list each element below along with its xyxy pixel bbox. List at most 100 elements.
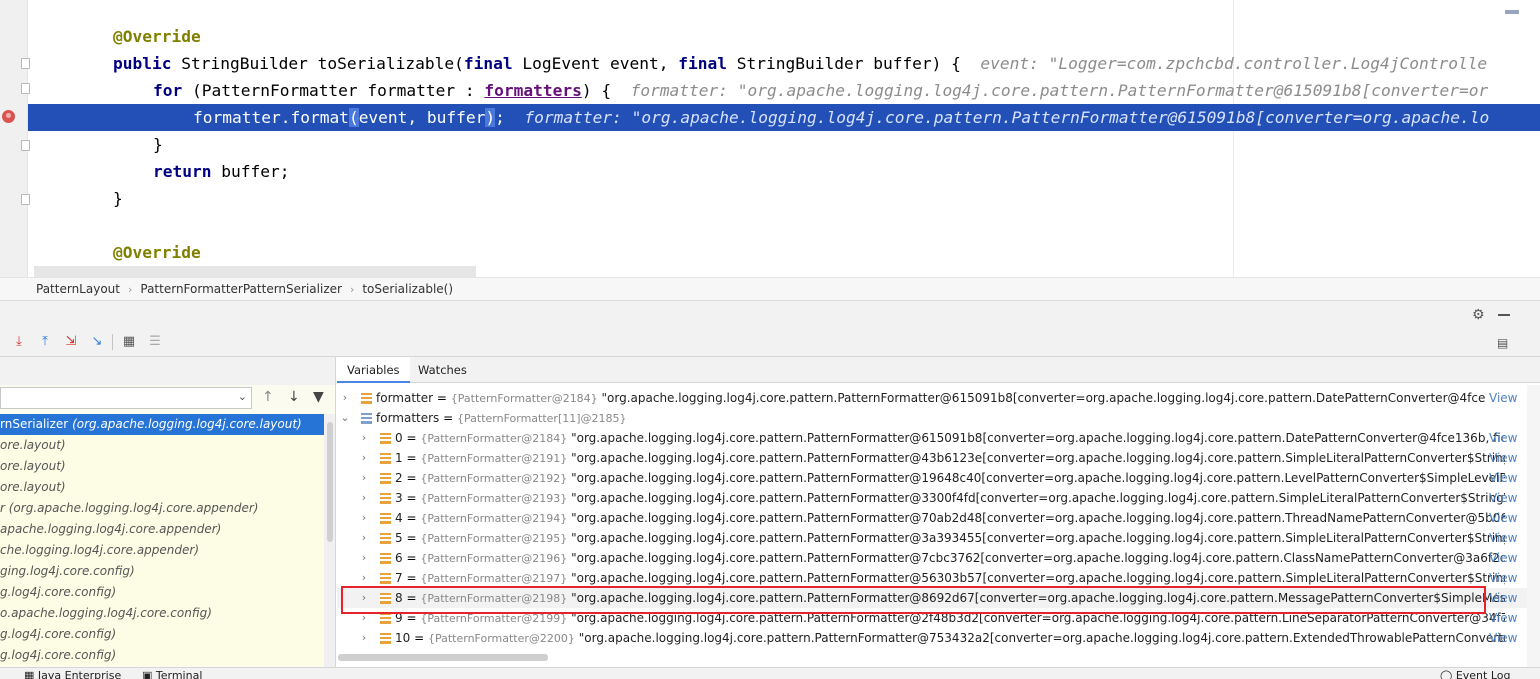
run-to-cursor-icon[interactable]: ↘ — [88, 333, 106, 351]
array-element-row[interactable]: › 5 = {PatternFormatter@2195} "org.apache… — [337, 528, 1540, 548]
chevron-right-icon[interactable]: › — [358, 468, 370, 488]
stack-frame[interactable]: g.log4j.core.config) — [0, 624, 324, 645]
chevron-right-icon[interactable]: › — [358, 508, 370, 528]
code-token: LogEvent event, — [512, 54, 679, 73]
trace-icon[interactable]: ☰ — [146, 333, 164, 351]
annotation-token: @Override — [113, 243, 201, 262]
variable-type: {PatternFormatter@2191} — [420, 452, 568, 465]
variable-value: "org.apache.logging.log4j.core.pattern.P… — [578, 631, 1505, 645]
event-log-tool[interactable]: ◯ Event Log — [1440, 669, 1510, 679]
scrollbar-thumb[interactable] — [327, 422, 333, 542]
stack-frame[interactable]: g.log4j.core.config) — [0, 582, 324, 603]
array-element-row[interactable]: › 2 = {PatternFormatter@2192} "org.apache… — [337, 468, 1540, 488]
view-link[interactable]: View — [1489, 628, 1517, 648]
array-element-row[interactable]: › 3 = {PatternFormatter@2193} "org.apache… — [337, 488, 1540, 508]
view-link[interactable]: View — [1489, 428, 1517, 448]
variable-row[interactable]: ⌄ formatters = {PatternFormatter[11]@218… — [337, 408, 1540, 428]
code-line-5[interactable]: } — [28, 131, 1540, 158]
editor-gutter[interactable] — [0, 0, 30, 277]
scrollbar-marker[interactable] — [1505, 10, 1519, 14]
code-line-2[interactable]: public StringBuilder toSerializable(fina… — [28, 50, 1540, 77]
debug-toolbar: ⤓ ⤒ ⇲ ↘ ▦ ☰ — [0, 327, 1540, 357]
variable-value: "org.apache.logging.log4j.core.pattern.P… — [571, 491, 1505, 505]
thread-selector[interactable]: ⌄ — [0, 387, 252, 409]
chevron-right-icon[interactable]: › — [339, 388, 351, 408]
stack-frame[interactable]: che.logging.log4j.core.appender) — [0, 540, 324, 561]
code-token: (PatternFormatter formatter : — [182, 81, 485, 100]
tab-watches[interactable]: Watches — [408, 357, 477, 383]
stack-frame[interactable]: ore.layout) — [0, 456, 324, 477]
code-line-3[interactable]: for (PatternFormatter formatter : format… — [28, 77, 1540, 104]
frame-up-icon[interactable]: ↑ — [262, 389, 274, 405]
terminal-tool[interactable]: ▣ Terminal — [142, 669, 202, 679]
view-link[interactable]: View — [1489, 548, 1517, 568]
frame-package: ore.layout) — [0, 459, 66, 473]
code-line-9[interactable]: @Override — [28, 239, 1540, 266]
code-line-1[interactable]: @Override — [28, 23, 1540, 50]
stack-frame[interactable]: o.apache.logging.log4j.core.config) — [0, 603, 324, 624]
tab-variables[interactable]: Variables — [337, 357, 410, 383]
chevron-right-icon[interactable]: › — [358, 548, 370, 568]
minimize-icon[interactable] — [1498, 314, 1510, 316]
view-link[interactable]: View — [1489, 448, 1517, 468]
layout-icon[interactable]: ▤ — [1497, 336, 1508, 350]
java-enterprise-tool[interactable]: ▦ Java Enterprise — [24, 669, 121, 679]
field-token[interactable]: formatters — [484, 81, 581, 100]
chevron-right-icon[interactable]: › — [358, 448, 370, 468]
variable-row[interactable]: › formatter = {PatternFormatter@2184} "o… — [337, 388, 1540, 408]
stack-frame[interactable]: g.log4j.core.config) — [0, 645, 324, 666]
array-element-row[interactable]: › 6 = {PatternFormatter@2196} "org.apache… — [337, 548, 1540, 568]
breakpoint-icon[interactable] — [2, 110, 15, 123]
field-icon — [380, 453, 391, 464]
breadcrumb-inner-class[interactable]: PatternFormatterPatternSerializer — [140, 282, 342, 296]
step-out-icon[interactable]: ⤒ — [36, 333, 54, 351]
view-link[interactable]: View — [1489, 388, 1517, 408]
breadcrumb-method[interactable]: toSerializable() — [362, 282, 453, 296]
stack-frame[interactable]: r (org.apache.logging.log4j.core.appende… — [0, 498, 324, 519]
code-line-6[interactable]: return buffer; — [28, 158, 1540, 185]
chevron-down-icon[interactable]: ⌄ — [339, 408, 351, 428]
variable-value: "org.apache.logging.log4j.core.pattern.P… — [571, 571, 1505, 585]
code-editor[interactable]: @Override public StringBuilder toSeriali… — [0, 0, 1540, 277]
view-link[interactable]: View — [1489, 488, 1517, 508]
chevron-right-icon[interactable]: › — [358, 428, 370, 448]
breadcrumb-class[interactable]: PatternLayout — [36, 282, 120, 296]
drop-frame-icon[interactable]: ⇲ — [62, 333, 80, 351]
evaluate-icon[interactable]: ▦ — [120, 333, 138, 351]
frames-scrollbar[interactable] — [324, 414, 335, 667]
debug-panel-header — [0, 301, 1540, 327]
variable-type: {PatternFormatter@2196} — [420, 552, 568, 565]
view-link[interactable]: View — [1489, 468, 1517, 488]
stack-frame[interactable]: ore.layout) — [0, 435, 324, 456]
gear-icon[interactable]: ⚙ — [1472, 307, 1485, 323]
variable-type: {PatternFormatter@2184} — [420, 432, 568, 445]
stack-frame-selected[interactable]: rnSerializer (org.apache.logging.log4j.c… — [0, 414, 324, 435]
view-link[interactable]: View — [1489, 528, 1517, 548]
chevron-right-icon[interactable]: › — [358, 488, 370, 508]
array-element-row[interactable]: › 1 = {PatternFormatter@2191} "org.apache… — [337, 448, 1540, 468]
chevron-right-icon[interactable]: › — [358, 528, 370, 548]
code-token: ) { — [581, 81, 631, 100]
array-element-row[interactable]: › 10 = {PatternFormatter@2200} "org.apach… — [337, 628, 1540, 648]
view-link[interactable]: View — [1489, 608, 1517, 628]
vertical-scrollbar[interactable] — [1527, 385, 1540, 667]
frame-down-icon[interactable]: ↓ — [288, 389, 300, 405]
horizontal-scrollbar[interactable] — [338, 654, 548, 661]
stack-frame[interactable]: apache.logging.log4j.core.appender) — [0, 519, 324, 540]
step-into-icon[interactable]: ⤓ — [10, 333, 28, 351]
execution-point-line[interactable]: formatter.format(event, buffer); formatt… — [28, 104, 1540, 131]
stack-frame[interactable]: ging.log4j.core.config) — [0, 561, 324, 582]
chevron-right-icon[interactable]: › — [358, 628, 370, 648]
frame-package: ging.log4j.core.config) — [0, 564, 135, 578]
code-token: ; — [495, 108, 525, 127]
code-line-7[interactable]: } — [28, 185, 1540, 212]
filter-icon[interactable]: ▼ — [313, 389, 324, 405]
stack-frame[interactable]: ore.layout) — [0, 477, 324, 498]
array-element-row[interactable]: › 0 = {PatternFormatter@2184} "org.apache… — [337, 428, 1540, 448]
view-link[interactable]: View — [1489, 508, 1517, 528]
view-link[interactable]: View — [1489, 568, 1517, 588]
chevron-right-icon[interactable]: › — [358, 568, 370, 588]
array-element-row[interactable]: › 4 = {PatternFormatter@2194} "org.apache… — [337, 508, 1540, 528]
array-element-row[interactable]: › 7 = {PatternFormatter@2197} "org.apache… — [337, 568, 1540, 588]
view-link[interactable]: View — [1489, 588, 1517, 608]
